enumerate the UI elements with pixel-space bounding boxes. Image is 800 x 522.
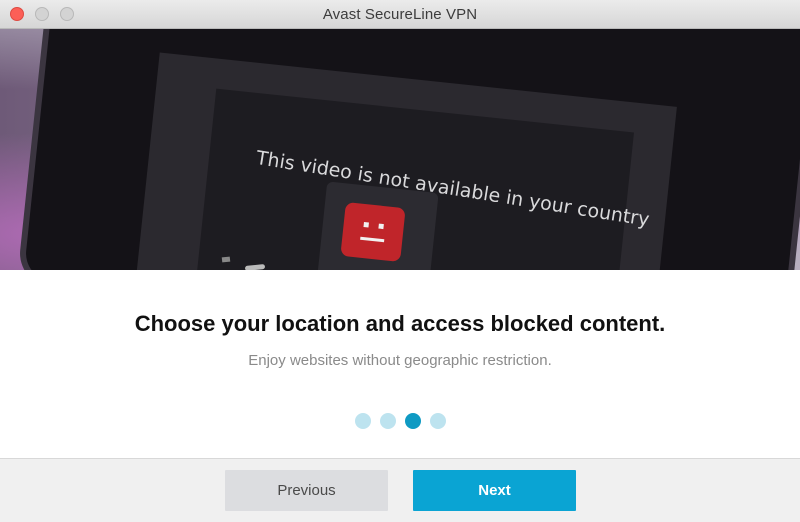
title-bar[interactable]: Avast SecureLine VPN <box>0 0 800 29</box>
page-subtitle: Enjoy websites without geographic restri… <box>248 352 552 369</box>
onboarding-content: Choose your location and access blocked … <box>0 270 800 458</box>
pager-dot-3[interactable] <box>405 413 421 429</box>
pager-dot-4[interactable] <box>430 413 446 429</box>
app-window: Avast SecureLine VPN This video is not a… <box>0 0 800 522</box>
pager-dot-1[interactable] <box>355 413 371 429</box>
pager-dot-2[interactable] <box>380 413 396 429</box>
player-control-icon <box>221 256 231 263</box>
footer-bar: Previous Next <box>0 458 800 522</box>
sad-face-icon <box>340 202 406 262</box>
window-title: Avast SecureLine VPN <box>322 6 478 23</box>
previous-button[interactable]: Previous <box>225 470 388 511</box>
next-button[interactable]: Next <box>413 470 576 511</box>
hero-image: This video is not available in your coun… <box>0 29 800 270</box>
page-headline: Choose your location and access blocked … <box>134 311 666 336</box>
